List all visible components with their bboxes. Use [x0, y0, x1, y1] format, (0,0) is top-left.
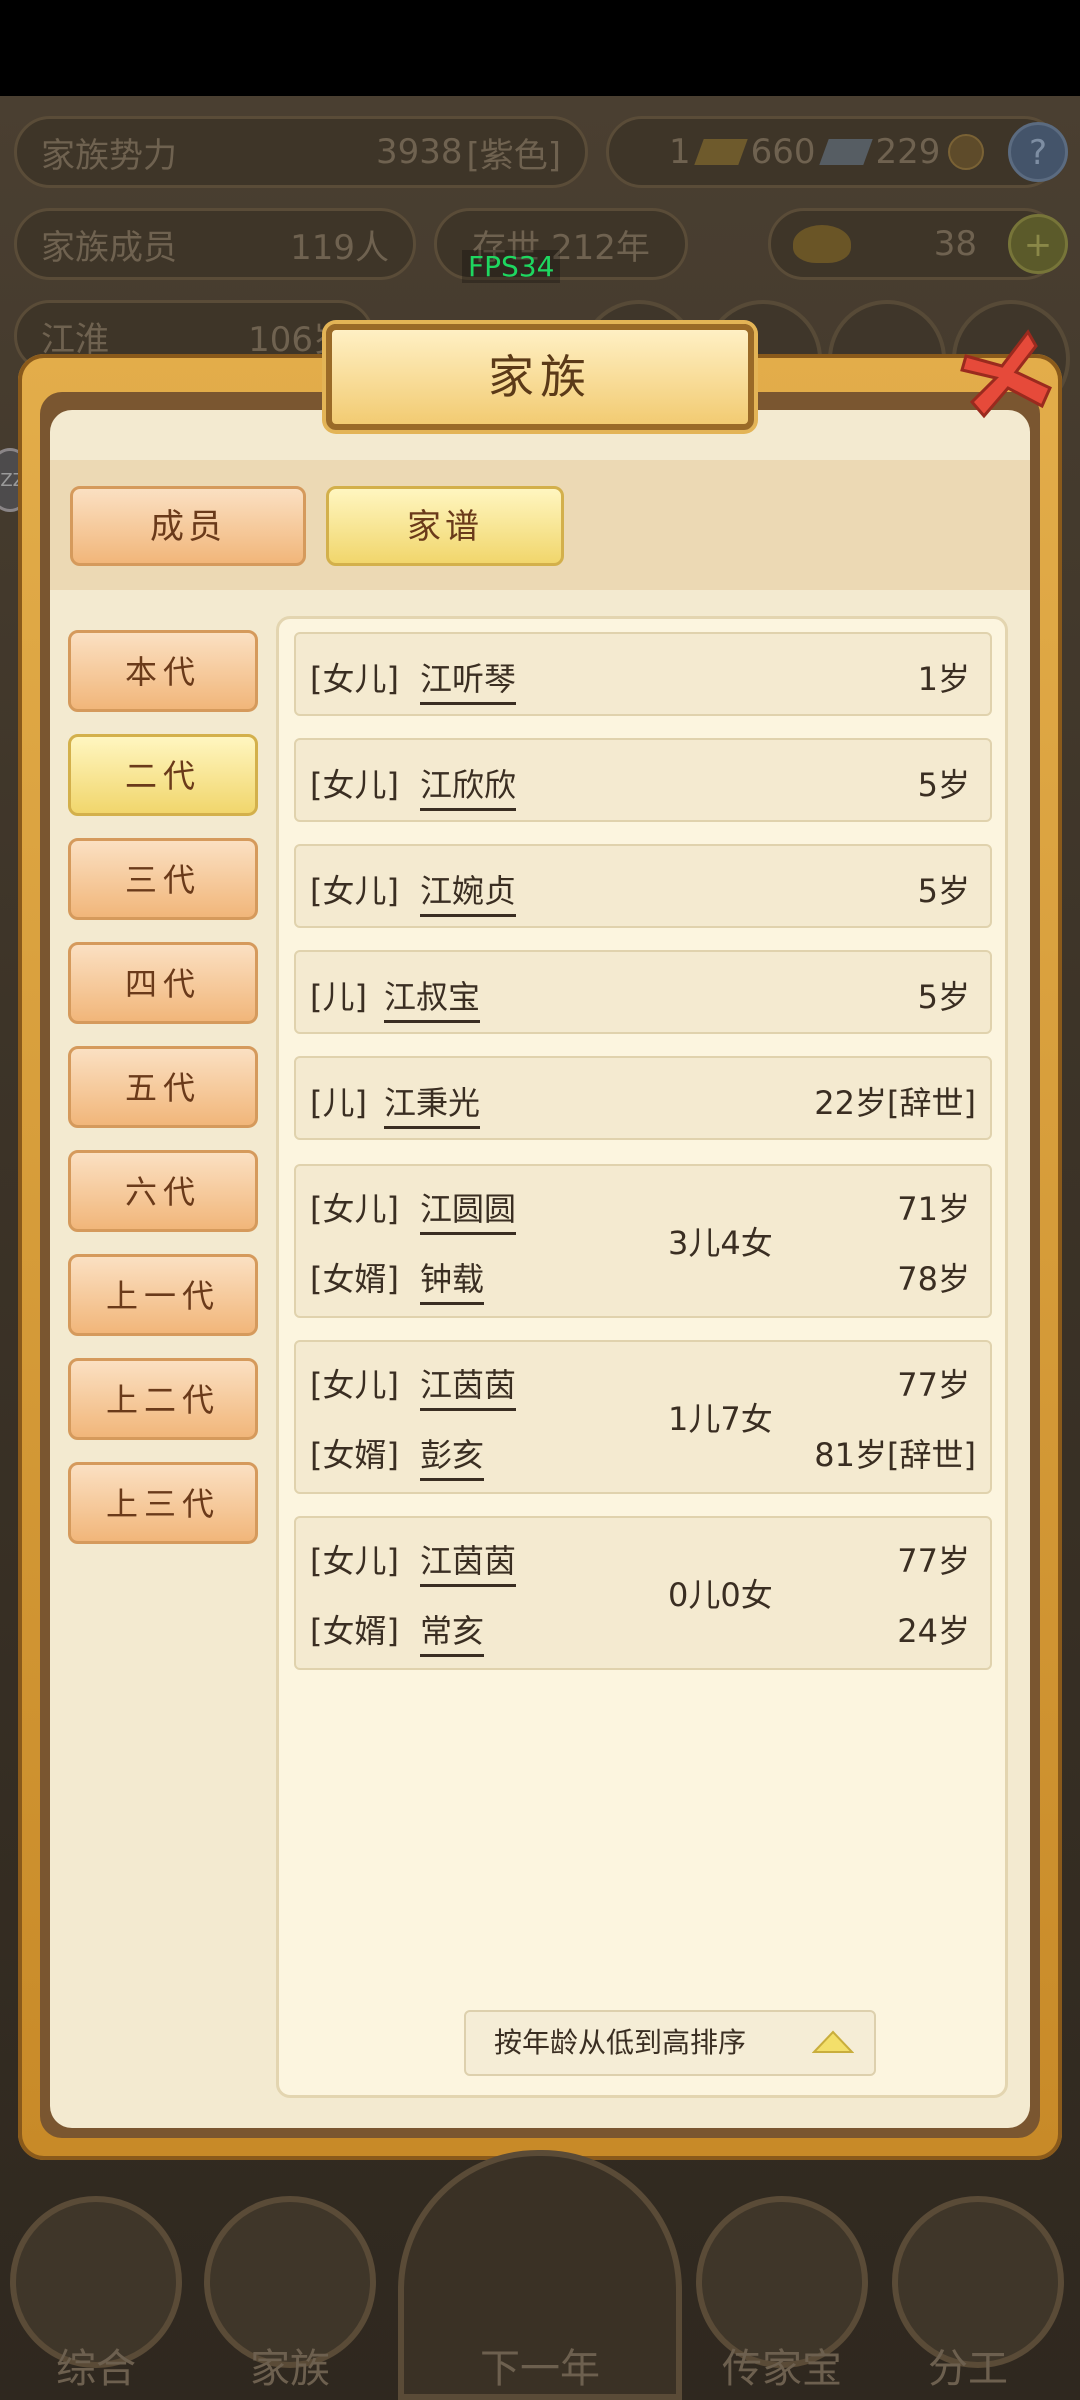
spouse-role: [女婿]: [310, 1612, 399, 1650]
family-members-label: 家族成员: [41, 227, 177, 268]
help-icon: ?: [1028, 133, 1048, 173]
spouse-age: 78岁: [897, 1260, 970, 1298]
gen-fourth[interactable]: 四代: [68, 942, 258, 1024]
list-item[interactable]: [女儿] 江听琴 1岁: [294, 632, 992, 716]
children-count: 0儿0女: [668, 1576, 773, 1614]
family-members-bar: 家族成员 119人: [14, 208, 416, 280]
coin-icon: [948, 134, 985, 170]
spouse-age: 81岁[辞世]: [814, 1436, 976, 1474]
member-name[interactable]: 江茵茵: [420, 1536, 517, 1587]
couple-item[interactable]: [女儿] 江茵茵 77岁 1儿7女 [女婿] 彭亥 81岁[辞世]: [294, 1340, 992, 1494]
gen-prev-2[interactable]: 上二代: [68, 1358, 258, 1440]
family-power-label: 家族势力: [41, 135, 177, 176]
list-item[interactable]: [儿] 江秉光 22岁[辞世]: [294, 1056, 992, 1140]
member-role: [女儿]: [310, 1542, 399, 1580]
member-age: 22岁[辞世]: [814, 1084, 976, 1122]
member-age: 5岁: [917, 978, 970, 1016]
member-name[interactable]: 江欣欣: [420, 760, 517, 811]
iron-count: 229: [875, 132, 941, 172]
silver-count: 660: [750, 132, 816, 172]
couple-item[interactable]: [女儿] 江圆圆 71岁 3儿4女 [女婿] 钟载 78岁: [294, 1164, 992, 1318]
add-ingot-button[interactable]: +: [1008, 214, 1068, 274]
sort-label: 按年龄从低到高排序: [494, 2026, 747, 2059]
member-age: 5岁: [917, 766, 970, 804]
gen-fifth[interactable]: 五代: [68, 1046, 258, 1128]
currency-bar: 1 660 229: [606, 116, 1060, 188]
member-age: 77岁: [897, 1366, 970, 1404]
children-count: 1儿7女: [668, 1400, 773, 1438]
family-power-bar: 家族势力 3938 [紫色]: [14, 116, 588, 188]
ingot-count: 38: [933, 224, 977, 264]
spouse-role: [女婿]: [310, 1260, 399, 1298]
family-power-value: 3938: [375, 132, 463, 172]
gold-count: 1: [669, 132, 691, 172]
gen-sixth[interactable]: 六代: [68, 1150, 258, 1232]
nav-next-year-label: 下一年: [480, 2346, 600, 2392]
member-name[interactable]: 江圆圆: [420, 1184, 517, 1235]
fps-counter: FPS34: [462, 250, 561, 283]
member-age: 71岁: [897, 1190, 970, 1228]
member-name[interactable]: 江婉贞: [420, 866, 517, 917]
tab-family-tree[interactable]: 家谱: [326, 486, 564, 566]
gen-prev-3[interactable]: 上三代: [68, 1462, 258, 1544]
silver-bar-icon: [818, 139, 873, 165]
member-role: [女儿]: [310, 1190, 399, 1228]
gen-third[interactable]: 三代: [68, 838, 258, 920]
member-role: [女儿]: [310, 1366, 399, 1404]
member-age: 5岁: [917, 872, 970, 910]
ingot-icon: [793, 225, 851, 263]
member-name[interactable]: 江听琴: [420, 654, 517, 705]
spouse-role: [女婿]: [310, 1436, 399, 1474]
member-age: 1岁: [917, 660, 970, 698]
family-members-value: 119人: [290, 227, 389, 268]
spouse-name[interactable]: 钟载: [420, 1254, 485, 1305]
gen-prev-1[interactable]: 上一代: [68, 1254, 258, 1336]
nav-family-label: 家族: [250, 2346, 330, 2392]
gen-second[interactable]: 二代: [68, 734, 258, 816]
gen-current[interactable]: 本代: [68, 630, 258, 712]
tab-members[interactable]: 成员: [70, 486, 306, 566]
help-button[interactable]: ?: [1008, 122, 1068, 182]
nav-heirloom-label: 传家宝: [722, 2346, 842, 2392]
list-item[interactable]: [女儿] 江婉贞 5岁: [294, 844, 992, 928]
member-role: [女儿]: [310, 660, 399, 698]
member-name[interactable]: 江茵茵: [420, 1360, 517, 1411]
member-role: [儿]: [310, 978, 367, 1016]
children-count: 3儿4女: [668, 1224, 773, 1262]
member-name[interactable]: 江叔宝: [384, 972, 481, 1023]
status-bar: [0, 0, 1080, 96]
spouse-name[interactable]: 彭亥: [420, 1430, 485, 1481]
spouse-name[interactable]: 常亥: [420, 1606, 485, 1657]
dialog-title: 家族: [488, 350, 592, 404]
member-role: [女儿]: [310, 872, 399, 910]
member-role: [女儿]: [310, 766, 399, 804]
close-icon[interactable]: [958, 326, 1054, 422]
list-item[interactable]: [儿] 江叔宝 5岁: [294, 950, 992, 1034]
member-age: 77岁: [897, 1542, 970, 1580]
gold-bar-icon: [693, 139, 748, 165]
plus-icon: +: [1023, 225, 1053, 265]
spouse-age: 24岁: [897, 1612, 970, 1650]
couple-item[interactable]: [女儿] 江茵茵 77岁 0儿0女 [女婿] 常亥 24岁: [294, 1516, 992, 1670]
nav-division-label: 分工: [928, 2346, 1008, 2392]
member-name[interactable]: 江秉光: [384, 1078, 481, 1129]
nav-overview-label: 综合: [56, 2346, 136, 2392]
list-item[interactable]: [女儿] 江欣欣 5岁: [294, 738, 992, 822]
triangle-up-icon: [812, 2030, 854, 2053]
family-power-rank: [紫色]: [466, 135, 561, 176]
member-role: [儿]: [310, 1084, 367, 1122]
